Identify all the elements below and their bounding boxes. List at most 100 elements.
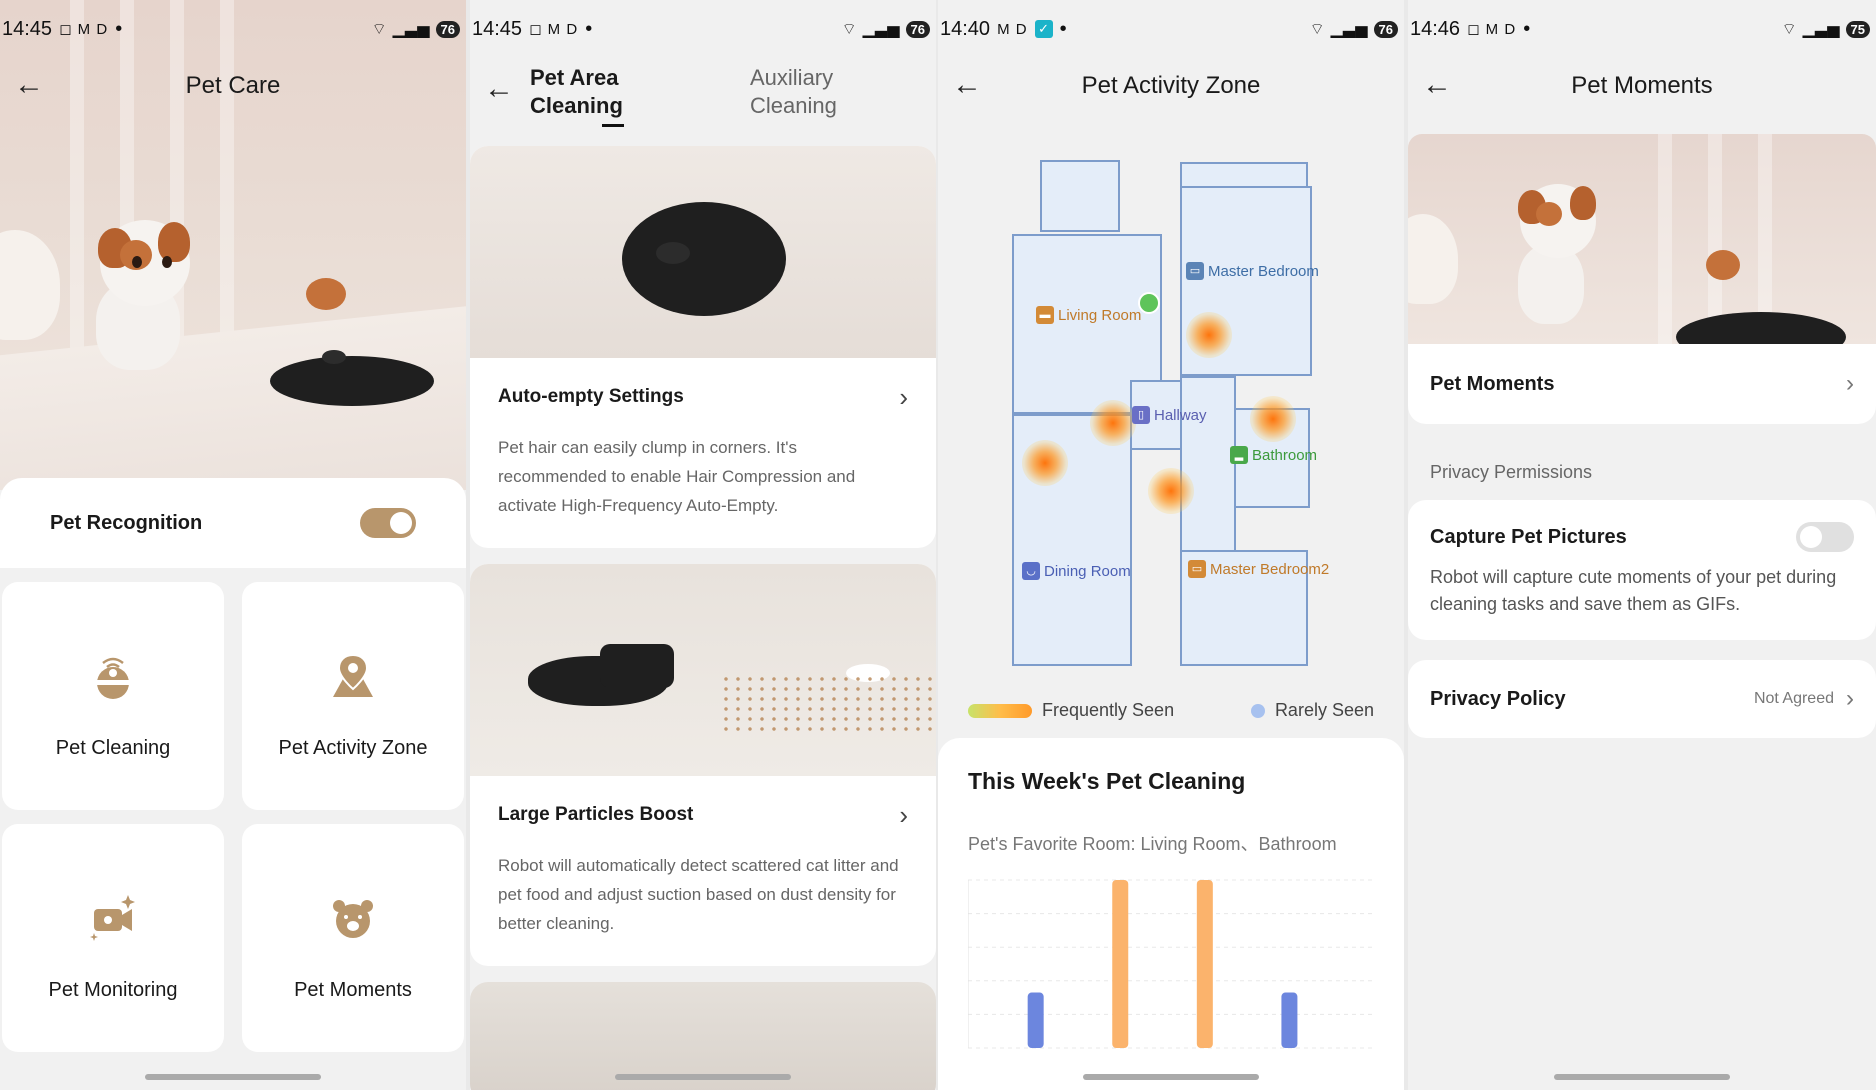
feature-card-auto-empty[interactable]: Auto-empty Settings › Pet hair can easil… (470, 146, 936, 548)
feature-title: Auto-empty Settings (498, 386, 684, 407)
room-name: Living Room (1058, 306, 1142, 324)
feature-desc: Pet hair can easily clump in corners. It… (498, 438, 856, 515)
heat-spot (1022, 440, 1068, 486)
curtain-decoration (1708, 134, 1722, 344)
tab-label-line1: Pet Area (530, 65, 619, 90)
policy-status: Not Agreed › (1754, 685, 1854, 713)
room-label-bathroom[interactable]: ▂ Bathroom (1230, 446, 1317, 464)
wifi-icon: ⌔ (371, 21, 387, 38)
chart-bar (1281, 992, 1298, 1048)
tile-pet-activity-zone[interactable]: Pet Activity Zone (242, 582, 464, 810)
feature-title: Large Particles Boost (498, 804, 694, 825)
legend-frequent: Frequently Seen (968, 700, 1174, 721)
curtain-decoration (1658, 134, 1672, 344)
pet-area-cleaning-screen: 14:45 ◻ M D • ⌔ ▁▃▅ 76 ← Pet Area Cleani… (470, 0, 936, 1090)
wifi-icon: ⌔ (1309, 21, 1325, 38)
tile-pet-cleaning[interactable]: Pet Cleaning (2, 582, 224, 810)
pet-face-icon (333, 900, 373, 938)
status-bar: 14:46 ◻ M D • ⌔ ▁▃▅ 75 (1408, 0, 1876, 58)
status-bar: 14:45 ◻ M D • ⌔ ▁▃▅ 76 (470, 0, 936, 58)
feature-title-row: Large Particles Boost › (470, 776, 936, 831)
checkmark-icon: ✓ (1034, 20, 1053, 38)
robot-vacuum (270, 356, 434, 406)
room-label-master-bedroom2[interactable]: ▭ Master Bedroom2 (1188, 560, 1329, 578)
heat-spot (1148, 468, 1194, 514)
weekly-bar-chart (968, 879, 1374, 1049)
privacy-policy-row[interactable]: Privacy Policy Not Agreed › (1408, 660, 1876, 738)
small-dog (306, 278, 346, 310)
small-dog (1706, 250, 1740, 280)
room-label-master-bedroom[interactable]: ▭ Master Bedroom (1186, 262, 1319, 280)
signal-icon: ▁▃▅ (862, 21, 900, 38)
room-label-hallway[interactable]: ▯ Hallway (1132, 406, 1207, 424)
row-label: Privacy Policy (1430, 687, 1566, 710)
room-label-dining-room[interactable]: ◡ Dining Room (1022, 562, 1131, 580)
room-name: Master Bedroom2 (1210, 560, 1330, 578)
page-title: Pet Care (185, 72, 281, 99)
puppy-eye (132, 256, 142, 268)
room-name: Dining Room (1044, 562, 1131, 580)
pet-recognition-card: Pet Recognition (0, 478, 466, 568)
feature-card-large-particles[interactable]: Large Particles Boost › Robot will autom… (470, 564, 936, 966)
floor-map[interactable]: ▭ Master Bedroom ▬ Living Room ▯ Hallway… (1008, 150, 1338, 670)
blue-dot-swatch (1250, 703, 1265, 718)
heat-spot (1090, 400, 1136, 446)
tile-label: Pet Moments (294, 979, 412, 1001)
back-arrow-icon[interactable]: ← (484, 72, 514, 106)
tab-underline (602, 124, 624, 127)
legend-rare: Rarely Seen (1250, 700, 1374, 721)
video-camera-icon (90, 895, 135, 941)
room-label-living-room[interactable]: ▬ Living Room (1036, 306, 1141, 324)
gradient-swatch (968, 703, 1032, 718)
back-arrow-icon[interactable]: ← (14, 68, 44, 102)
bed-icon: ▭ (1188, 560, 1206, 578)
capture-pictures-toggle[interactable] (1796, 522, 1854, 552)
tab-label-line2: Cleaning (750, 93, 837, 118)
legend-label: Rarely Seen (1274, 700, 1374, 720)
week-title: This Week's Pet Cleaning (968, 768, 1246, 794)
row-label: Pet Moments (1430, 372, 1555, 395)
puppy-patch (1536, 202, 1562, 226)
capture-row: Capture Pet Pictures (1408, 500, 1876, 552)
tab-label-line2: Cleaning (530, 93, 623, 118)
home-indicator (615, 1074, 791, 1080)
pet-food-scatter (720, 674, 936, 734)
status-bar: 14:45 ◻ M D • ⌔ ▁▃▅ 76 (0, 0, 466, 58)
chevron-right-icon: › (1846, 370, 1854, 397)
feature-image (470, 146, 936, 358)
status-icons: ◻ M D (59, 21, 109, 38)
room-name: Master Bedroom (1208, 262, 1319, 280)
tab-pet-area-cleaning[interactable]: Pet Area Cleaning (530, 64, 624, 127)
heat-spot (1250, 396, 1296, 442)
tab-auxiliary-cleaning[interactable]: Auxiliary Cleaning (750, 64, 837, 120)
page-header: ← Pet Care (0, 58, 466, 114)
dot-icon: • (1523, 17, 1531, 40)
home-indicator (145, 1074, 321, 1080)
pet-care-screen: 14:45 ◻ M D • ⌔ ▁▃▅ 76 ← Pet Care Pet Re… (0, 0, 466, 1090)
capture-pictures-card: Capture Pet Pictures Robot will capture … (1408, 500, 1876, 640)
battery-badge: 76 (905, 20, 930, 38)
puppy-eye (162, 256, 172, 268)
tile-pet-moments[interactable]: Pet Moments (242, 824, 464, 1052)
back-arrow-icon[interactable]: ← (1422, 68, 1452, 102)
page-header: ← Pet Activity Zone (938, 58, 1404, 114)
heat-legend: Frequently Seen Rarely Seen (968, 700, 1374, 721)
tile-pet-monitoring[interactable]: Pet Monitoring (2, 824, 224, 1052)
chevron-right-icon: › (899, 800, 908, 830)
pet-recognition-toggle[interactable] (360, 508, 416, 538)
pet-moments-row[interactable]: Pet Moments › (1408, 344, 1876, 424)
chart-bar (1112, 880, 1129, 1048)
bed-icon: ▭ (1186, 262, 1204, 280)
tile-label: Pet Monitoring (48, 979, 178, 1001)
weekly-summary-card: This Week's Pet Cleaning Pet's Favorite … (938, 738, 1404, 1090)
map-room-corridor (1180, 376, 1236, 556)
hero-image (1408, 134, 1876, 344)
chart-bar (1027, 992, 1044, 1048)
status-text: Not Agreed (1753, 690, 1834, 707)
dot-icon: • (115, 17, 123, 40)
capture-desc: Robot will capture cute moments of your … (1430, 567, 1837, 614)
vase-decoration (1408, 214, 1458, 304)
vase-decoration (0, 230, 60, 340)
back-arrow-icon[interactable]: ← (952, 68, 982, 102)
status-bar: 14:40 M D ✓ • ⌔ ▁▃▅ 76 (938, 0, 1404, 58)
